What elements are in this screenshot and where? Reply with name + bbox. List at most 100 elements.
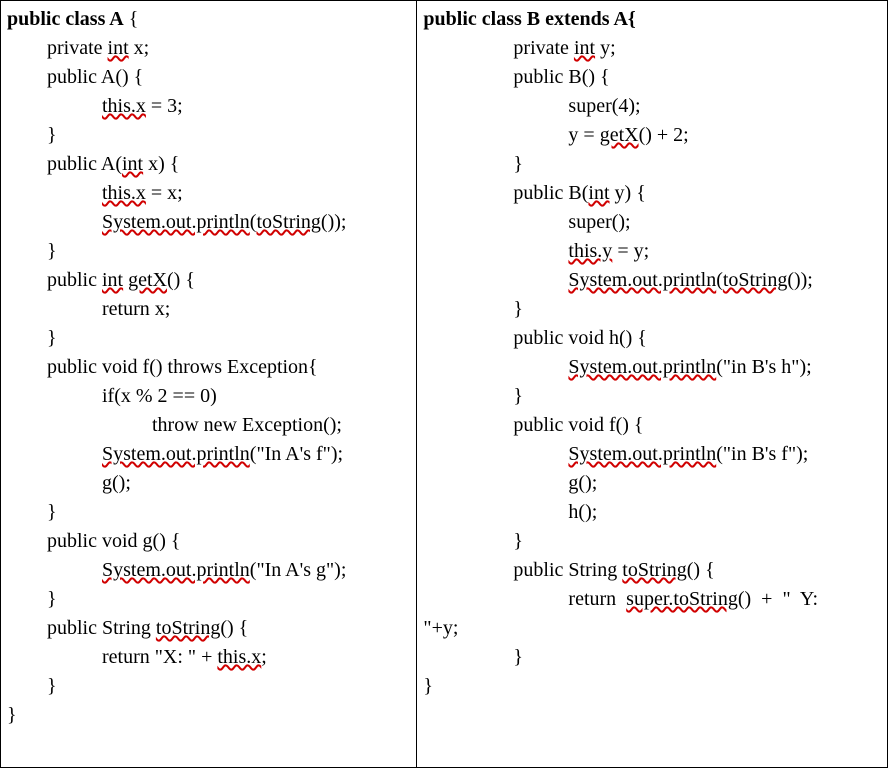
txt: } xyxy=(423,153,523,175)
code-line: public B(int y) { xyxy=(423,179,881,208)
code-line: } xyxy=(423,382,881,411)
code-line: public String toString() { xyxy=(423,556,881,585)
txt: throw new Exception(); xyxy=(7,414,342,436)
txt: ; xyxy=(261,646,267,668)
txt: public void f() throws Exception{ xyxy=(7,356,318,378)
txt: public A( xyxy=(7,153,122,175)
err-int: int xyxy=(574,37,595,59)
err-ts: toString xyxy=(723,269,787,291)
txt: } xyxy=(423,298,523,320)
txt: () + 2; xyxy=(639,124,689,146)
err-int: int xyxy=(588,182,609,204)
code-line: } xyxy=(7,121,410,150)
txt: } xyxy=(7,327,57,349)
code-line: return x; xyxy=(7,295,410,324)
txt: ("In A's f"); xyxy=(250,443,343,465)
txt: super(4); xyxy=(423,95,640,117)
txt: h(); xyxy=(423,501,597,523)
txt xyxy=(423,443,568,465)
code-line: } xyxy=(423,643,881,672)
txt: return xyxy=(423,588,626,610)
err-thisx: this.x xyxy=(102,182,146,204)
class-a-cell: public class A { private int x; public A… xyxy=(1,1,417,767)
txt: public void h() { xyxy=(423,327,646,349)
txt: } xyxy=(7,675,57,697)
txt: ( xyxy=(716,269,723,291)
txt: } xyxy=(423,675,433,697)
code-table: public class A { private int x; public A… xyxy=(0,0,888,768)
err-sop: System.out.println xyxy=(568,356,716,378)
err-thisx: this.x xyxy=(102,95,146,117)
txt: } xyxy=(7,588,57,610)
err-getx: getX xyxy=(600,124,639,146)
code-line: System.out.println("in B's f"); xyxy=(423,440,881,469)
txt xyxy=(423,269,568,291)
code-line: System.out.println(toString()); xyxy=(7,208,410,237)
class-name: B xyxy=(522,8,545,30)
txt: ()); xyxy=(787,269,813,291)
txt: public A() { xyxy=(7,66,143,88)
txt: = 3; xyxy=(146,95,183,117)
txt: ("in B's h"); xyxy=(716,356,812,378)
code-line: System.out.println("In A's g"); xyxy=(7,556,410,585)
txt: private xyxy=(7,37,108,59)
txt xyxy=(423,240,568,262)
txt: } xyxy=(423,385,523,407)
txt: } xyxy=(423,530,523,552)
kw: public class xyxy=(7,8,105,30)
kw: extends xyxy=(545,8,609,30)
txt: y; xyxy=(595,37,616,59)
txt xyxy=(423,356,568,378)
code-line: } xyxy=(7,672,410,701)
code-line: private int x; xyxy=(7,34,410,63)
err-getx: getX xyxy=(128,269,167,291)
txt: public String xyxy=(423,559,622,581)
class-b-cell: public class B extends A{ private int y;… xyxy=(417,1,887,767)
code-line: this.x = x; xyxy=(7,179,410,208)
txt: } xyxy=(7,124,57,146)
class-name: A xyxy=(105,8,123,30)
txt: public B() { xyxy=(423,66,609,88)
code-line: public B() { xyxy=(423,63,881,92)
err-sop: System.out.println xyxy=(568,269,716,291)
txt: public void g() { xyxy=(7,530,180,552)
txt xyxy=(7,182,102,204)
txt: () + " Y: xyxy=(738,588,818,610)
code-line: return "X: " + this.x; xyxy=(7,643,410,672)
txt xyxy=(7,559,102,581)
code-line: System.out.println("In A's f"); xyxy=(7,440,410,469)
code-line: } xyxy=(7,701,410,730)
code-line: System.out.println("in B's h"); xyxy=(423,353,881,382)
code-line: } xyxy=(7,237,410,266)
txt: x) { xyxy=(143,153,179,175)
txt: = y; xyxy=(612,240,649,262)
err-sop: System.out.println xyxy=(568,443,716,465)
code-line: } xyxy=(423,150,881,179)
txt: public xyxy=(7,269,102,291)
txt: public String xyxy=(7,617,156,639)
code-line: return super.toString() + " Y: xyxy=(423,585,881,614)
code-line: this.x = 3; xyxy=(7,92,410,121)
code-line: "+y; xyxy=(423,614,881,643)
err-sop: System.out.println xyxy=(102,559,250,581)
code-line: public class B extends A{ xyxy=(423,5,881,34)
code-line: g(); xyxy=(7,469,410,498)
txt xyxy=(7,95,102,117)
txt: "+y; xyxy=(423,617,458,639)
err-ts: toString xyxy=(156,617,220,639)
err-ts: toString xyxy=(622,559,686,581)
err-ts: toString xyxy=(256,211,320,233)
err-int: int xyxy=(122,153,143,175)
txt: return x; xyxy=(7,298,170,320)
code-line: public A(int x) { xyxy=(7,150,410,179)
txt: super(); xyxy=(423,211,630,233)
txt: } xyxy=(7,240,57,262)
txt: } xyxy=(423,646,523,668)
code-line: this.y = y; xyxy=(423,237,881,266)
txt xyxy=(7,211,102,233)
txt: } xyxy=(7,704,17,726)
txt: () { xyxy=(220,617,248,639)
txt: g(); xyxy=(7,472,131,494)
code-line: public int getX() { xyxy=(7,266,410,295)
txt: y) { xyxy=(610,182,646,204)
